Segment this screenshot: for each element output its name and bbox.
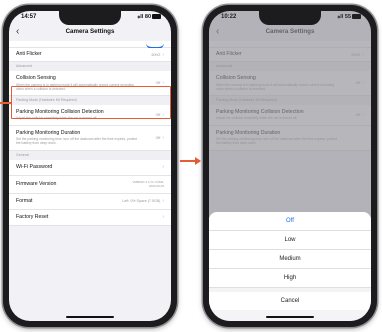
status-icons: ⁎ll 80 xyxy=(138,14,161,20)
format-value: Left: 0% Space (7.5GB) › xyxy=(122,198,164,204)
settings-list: Anti Flicker 60HZ › Advanced Collision Se… xyxy=(9,41,171,321)
wifi-password-row[interactable]: Wi-Fi Password › xyxy=(9,159,171,176)
collision-sensing-value-text: Off xyxy=(155,80,161,85)
anti-flicker-value: 60HZ › xyxy=(152,52,164,58)
right-screen: 10:22 ⁎ll 55 ‹ Camera Settings Anti Flic… xyxy=(209,11,371,321)
left-phone: 14:57 ⁎ll 80 ‹ Camera Settings Anti Flic… xyxy=(3,5,177,327)
parking-duration-label: Parking Monitoring Duration xyxy=(16,129,81,136)
parking-duration-value-text: Off xyxy=(155,135,161,140)
chevron-right-icon: › xyxy=(162,51,164,58)
wifi-password-label: Wi-Fi Password xyxy=(16,163,53,170)
anti-flicker-row[interactable]: Anti Flicker 60HZ › xyxy=(9,48,171,62)
factory-reset-label: Factory Reset xyxy=(16,213,49,220)
chevron-right-icon: › xyxy=(162,198,164,205)
transition-arrow-head xyxy=(195,157,201,165)
notch xyxy=(259,11,321,25)
tutorial-stage: 14:57 ⁎ll 80 ‹ Camera Settings Anti Flic… xyxy=(0,0,382,332)
parking-duration-row[interactable]: Parking Monitoring Duration Set the park… xyxy=(9,125,171,151)
option-low[interactable]: Low xyxy=(209,231,371,250)
cancel-button[interactable]: Cancel xyxy=(209,292,371,310)
home-indicator xyxy=(266,316,314,318)
option-medium[interactable]: Medium xyxy=(209,250,371,269)
parking-collision-label: Parking Monitoring Collision Detection xyxy=(16,108,104,115)
status-time: 14:57 xyxy=(21,14,37,20)
collision-sensing-row[interactable]: Collision Sensing When the camera is in … xyxy=(9,71,171,96)
page-title: Camera Settings xyxy=(65,28,115,35)
collision-sensing-label: Collision Sensing xyxy=(16,75,56,81)
right-phone: 10:22 ⁎ll 55 ‹ Camera Settings Anti Flic… xyxy=(203,5,377,327)
parking-collision-desc: Adjust the collision sensitivity when th… xyxy=(16,116,98,121)
factory-reset-row[interactable]: Factory Reset › xyxy=(9,209,171,226)
option-high[interactable]: High xyxy=(209,269,371,288)
chevron-right-icon: › xyxy=(162,164,164,171)
firmware-row[interactable]: Firmware Version VMB01P-3.4.71 COMIL 202… xyxy=(9,175,171,194)
notch xyxy=(59,11,121,25)
highlight-pointer-line xyxy=(0,102,11,104)
section-advanced: Advanced xyxy=(9,62,171,71)
sensitivity-action-sheet: Off Low Medium High Cancel xyxy=(209,212,371,321)
chevron-right-icon: › xyxy=(162,79,164,86)
collision-sensing-value: Off › xyxy=(156,80,164,86)
left-screen: 14:57 ⁎ll 80 ‹ Camera Settings Anti Flic… xyxy=(9,11,171,321)
section-general: General xyxy=(9,150,171,160)
battery-icon xyxy=(152,14,161,20)
option-off[interactable]: Off xyxy=(209,212,371,231)
anti-flicker-value-text: 60HZ xyxy=(151,52,161,57)
factory-reset-chevron: › xyxy=(160,214,164,220)
format-value-text: Left: 0% Space (7.5GB) xyxy=(122,199,161,204)
transition-arrow-line xyxy=(180,160,196,162)
collision-sensing-desc: When the camera is in parking mode it wi… xyxy=(16,82,135,91)
section-parking-mode: Parking Mode (Hardwire Kit Required) xyxy=(9,95,171,105)
signal-battery-text: ⁎ll 80 xyxy=(137,14,151,20)
wifi-password-chevron: › xyxy=(160,164,164,170)
parking-duration-desc: Set the parking monitoring time, turn of… xyxy=(16,137,138,146)
format-row[interactable]: Format Left: 0% Space (7.5GB) › xyxy=(9,193,171,210)
firmware-value: VMB01P-3.4.71 COMIL 2022.09.06 xyxy=(132,180,164,189)
nav-bar: ‹ Camera Settings xyxy=(9,26,171,40)
parking-collision-value: Off › xyxy=(156,112,164,118)
parking-duration-value: Off › xyxy=(156,135,164,141)
chevron-right-icon: › xyxy=(162,214,164,221)
parking-collision-row[interactable]: Parking Monitoring Collision Detection A… xyxy=(9,104,171,126)
previous-row-tail xyxy=(9,41,171,49)
home-indicator xyxy=(66,316,114,318)
parking-collision-value-text: Off xyxy=(155,112,161,117)
chevron-right-icon: › xyxy=(162,134,164,141)
anti-flicker-label: Anti Flicker xyxy=(16,51,42,57)
chevron-right-icon: › xyxy=(162,111,164,118)
